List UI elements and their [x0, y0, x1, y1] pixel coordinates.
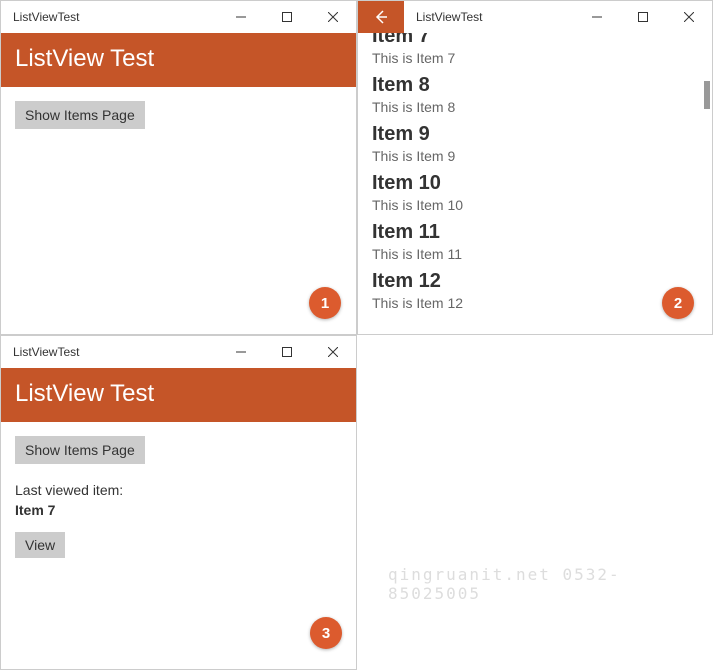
maximize-button[interactable]	[620, 1, 666, 33]
window-title: ListViewTest	[404, 10, 574, 24]
list-item[interactable]: Item 7 This is Item 7	[372, 33, 698, 66]
list-item[interactable]: Item 10 This is Item 10	[372, 172, 698, 213]
content-area: Show Items Page	[1, 87, 356, 334]
list-item-title: Item 8	[372, 74, 698, 97]
window-controls	[574, 1, 712, 33]
list-item[interactable]: Item 12 This is Item 12	[372, 270, 698, 311]
list-item[interactable]: Item 8 This is Item 8	[372, 74, 698, 115]
window-1: ListViewTest ListView Test Show Items Pa…	[0, 0, 357, 335]
window-title: ListViewTest	[13, 10, 218, 24]
scrollbar-thumb[interactable]	[704, 81, 710, 109]
list-item[interactable]: Item 9 This is Item 9	[372, 123, 698, 164]
maximize-button[interactable]	[264, 336, 310, 368]
last-viewed-label: Last viewed item:	[15, 482, 342, 498]
maximize-button[interactable]	[264, 1, 310, 33]
list-item-desc: This is Item 7	[372, 50, 698, 66]
list-item-title: Item 11	[372, 221, 698, 244]
window-controls	[218, 1, 356, 33]
list-item-desc: This is Item 10	[372, 197, 698, 213]
close-button[interactable]	[310, 336, 356, 368]
step-badge-3: 3	[310, 617, 342, 649]
list-item-title: Item 7	[372, 33, 698, 48]
close-button[interactable]	[666, 1, 712, 33]
page-header: ListView Test	[1, 368, 356, 422]
list-item-desc: This is Item 11	[372, 246, 698, 262]
titlebar: ListViewTest	[1, 1, 356, 33]
last-viewed-section: Last viewed item: Item 7	[15, 482, 342, 518]
back-button[interactable]	[358, 1, 404, 33]
view-button[interactable]: View	[15, 532, 65, 558]
list-item[interactable]: Item 11 This is Item 11	[372, 221, 698, 262]
titlebar: ListViewTest	[1, 336, 356, 368]
list-item-title: Item 10	[372, 172, 698, 195]
list-item-title: Item 12	[372, 270, 698, 293]
content-area: Show Items Page Last viewed item: Item 7…	[1, 422, 356, 669]
list-view[interactable]: Item 7 This is Item 7 Item 8 This is Item …	[358, 33, 712, 334]
minimize-button[interactable]	[218, 1, 264, 33]
page-header: ListView Test	[1, 33, 356, 87]
window-controls	[218, 336, 356, 368]
list-item-desc: This is Item 12	[372, 295, 698, 311]
step-badge-2: 2	[662, 287, 694, 319]
window-2: ListViewTest Item 7 This is Item 7 Item 8…	[357, 0, 713, 335]
show-items-button[interactable]: Show Items Page	[15, 436, 145, 464]
last-viewed-item: Item 7	[15, 502, 342, 518]
window-title: ListViewTest	[13, 345, 218, 359]
list-item-desc: This is Item 9	[372, 148, 698, 164]
scrollbar-track[interactable]	[702, 33, 710, 334]
titlebar: ListViewTest	[358, 1, 712, 33]
watermark: qingruanit.net 0532-85025005	[388, 565, 713, 603]
show-items-button[interactable]: Show Items Page	[15, 101, 145, 129]
step-badge-1: 1	[309, 287, 341, 319]
window-3: ListViewTest ListView Test Show Items Pa…	[0, 335, 357, 670]
close-button[interactable]	[310, 1, 356, 33]
list-item-title: Item 9	[372, 123, 698, 146]
minimize-button[interactable]	[574, 1, 620, 33]
minimize-button[interactable]	[218, 336, 264, 368]
list-item-desc: This is Item 8	[372, 99, 698, 115]
